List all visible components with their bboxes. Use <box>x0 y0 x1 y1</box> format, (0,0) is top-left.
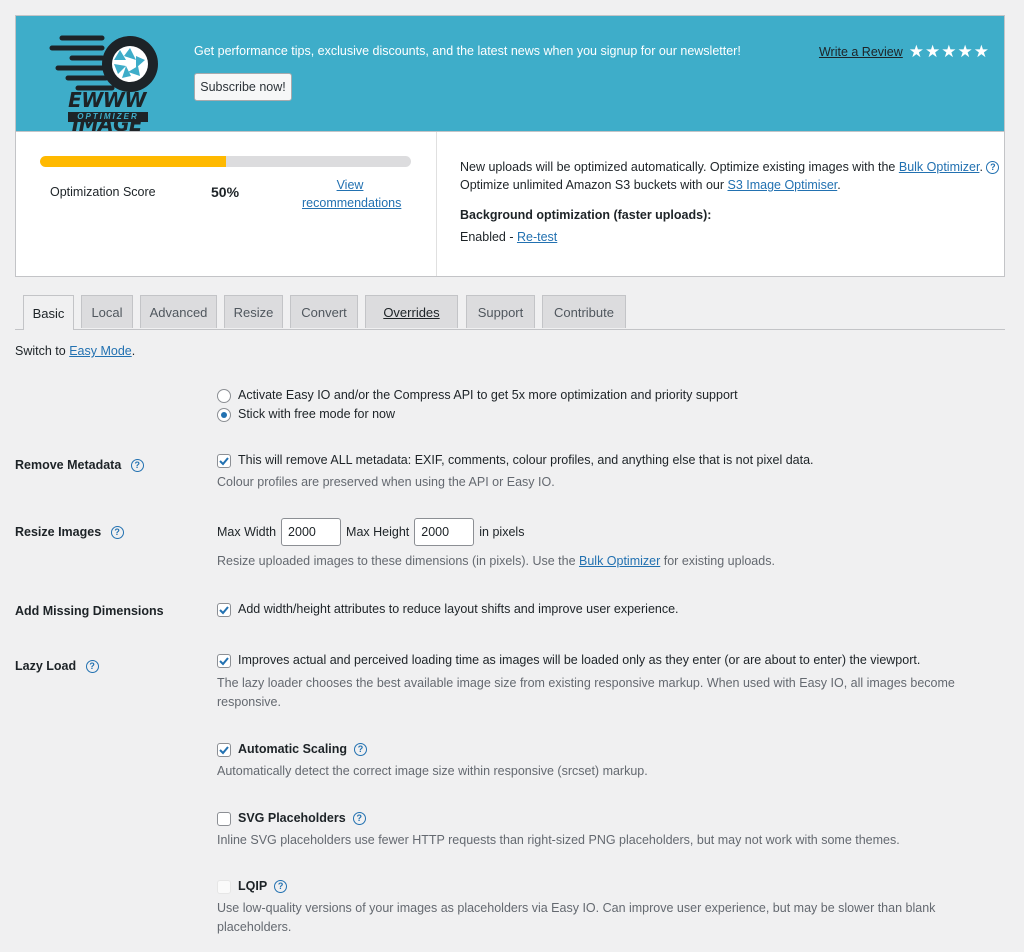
tab-local[interactable]: Local <box>81 295 133 328</box>
resize-desc-end: for existing uploads. <box>660 554 775 568</box>
score-label: Optimization Score <box>50 185 156 199</box>
score-value: 50% <box>211 184 240 200</box>
lqip-desc: Use low-quality versions of your images … <box>217 901 936 915</box>
missing-dimensions-checkbox[interactable] <box>217 602 231 617</box>
auto-scaling-field: Automatic Scaling ? Automatically detect… <box>217 740 648 781</box>
help-icon[interactable]: ? <box>352 812 366 825</box>
radio-free[interactable] <box>217 407 231 422</box>
score-progress-fill <box>40 156 226 167</box>
lazy-load-label-text: Lazy Load <box>15 659 77 673</box>
auto-scaling-checkbox[interactable] <box>217 742 231 757</box>
remove-metadata-checkbox[interactable] <box>217 453 231 468</box>
help-icon[interactable]: ? <box>110 526 124 540</box>
bg-optimization-label: Background optimization (faster uploads)… <box>460 208 712 222</box>
lazy-load-checkbox-label: Improves actual and perceived loading ti… <box>238 653 921 667</box>
mode-options: Activate Easy IO and/or the Compress API… <box>217 386 738 424</box>
auto-scaling-label: Automatic Scaling <box>238 742 348 756</box>
max-width-input[interactable]: 2000 <box>281 518 342 546</box>
status-info: New uploads will be optimized automatica… <box>460 158 1000 246</box>
bulk-optimizer-link[interactable]: Bulk Optimizer <box>899 160 980 174</box>
lazy-load-desc: The lazy loader chooses the best availab… <box>217 676 955 690</box>
tab-overrides[interactable]: Overrides <box>365 295 458 328</box>
tab-convert[interactable]: Convert <box>290 295 358 328</box>
score-progress-bar <box>40 156 411 167</box>
svg-placeholders-label: SVG Placeholders <box>238 811 346 825</box>
status-line1-text: New uploads will be optimized automatica… <box>460 160 899 174</box>
max-height-input[interactable]: 2000 <box>414 518 475 546</box>
status-line2-end: . <box>837 178 841 192</box>
write-review-link[interactable]: Write a Review <box>819 45 903 59</box>
logo-subtext: OPTIMIZER <box>68 112 148 122</box>
ewww-logo: EWWW IMAGE OPTIMIZER <box>32 26 182 136</box>
help-icon[interactable]: ? <box>85 660 99 674</box>
mode-option-easyio[interactable]: Activate Easy IO and/or the Compress API… <box>217 386 738 405</box>
s3-optimiser-link[interactable]: S3 Image Optimiser <box>727 178 837 192</box>
rating-stars-icon: ★★★★★ <box>908 42 990 61</box>
tab-support[interactable]: Support <box>466 295 535 328</box>
view-recommendations-link[interactable]: View recommendations <box>302 176 401 212</box>
help-icon[interactable]: ? <box>274 880 288 893</box>
remove-metadata-checkbox-label: This will remove ALL metadata: EXIF, com… <box>238 453 814 467</box>
switch-mode-end: . <box>131 344 136 358</box>
settings-tabs: Basic Local Advanced Resize Convert Over… <box>15 295 1005 330</box>
lqip-field: LQIP ? Use low-quality versions of your … <box>217 877 935 937</box>
help-icon[interactable]: ? <box>354 743 368 756</box>
resize-images-field: Max Width 2000 Max Height 2000 in pixels… <box>217 518 775 571</box>
missing-dimensions-field: Add width/height attributes to reduce la… <box>217 600 679 619</box>
missing-dimensions-label: Add Missing Dimensions <box>15 604 164 618</box>
resize-desc: Resize uploaded images to these dimensio… <box>217 554 579 568</box>
lazy-load-label: Lazy Load ? <box>15 659 99 674</box>
switch-mode-text: Switch to <box>15 344 70 358</box>
lazy-load-field: Improves actual and perceived loading ti… <box>217 651 955 712</box>
svg-placeholders-desc: Inline SVG placeholders use fewer HTTP r… <box>217 833 900 847</box>
mode-option-free[interactable]: Stick with free mode for now <box>217 405 738 424</box>
lqip-desc-cont: placeholders. <box>217 920 292 934</box>
missing-dimensions-checkbox-label: Add width/height attributes to reduce la… <box>238 602 679 616</box>
subscribe-button[interactable]: Subscribe now! <box>194 73 292 101</box>
mode-option-easyio-label: Activate Easy IO and/or the Compress API… <box>238 388 738 402</box>
tab-basic[interactable]: Basic <box>23 295 74 330</box>
divider <box>436 132 437 276</box>
svg-placeholders-checkbox[interactable] <box>217 811 231 826</box>
lazy-load-checkbox[interactable] <box>217 653 231 668</box>
switch-mode: Switch to Easy Mode. <box>15 344 135 358</box>
radio-easyio[interactable] <box>217 388 231 403</box>
lazy-load-desc-cont: responsive. <box>217 695 281 709</box>
auto-scaling-desc: Automatically detect the correct image s… <box>217 764 648 778</box>
easy-mode-link[interactable]: Easy Mode <box>69 344 132 358</box>
tab-contribute[interactable]: Contribute <box>542 295 626 328</box>
remove-metadata-desc: Colour profiles are preserved when using… <box>217 475 555 489</box>
newsletter-banner: EWWW IMAGE OPTIMIZER Get performance tip… <box>15 15 1005 136</box>
lqip-label: LQIP <box>238 879 268 893</box>
max-height-label: Max Height <box>346 525 410 539</box>
bg-optimization-state: Enabled - <box>460 230 517 244</box>
help-icon[interactable]: ? <box>130 459 144 473</box>
resize-images-label: Resize Images ? <box>15 525 124 540</box>
pixels-unit: in pixels <box>479 525 525 539</box>
status-line1-end: . <box>979 160 983 174</box>
status-line2-text: Optimize unlimited Amazon S3 buckets wit… <box>460 178 728 192</box>
review-area: Write a Review ★★★★★ <box>819 42 990 62</box>
promo-text: Get performance tips, exclusive discount… <box>194 44 741 58</box>
resize-images-label-text: Resize Images <box>15 525 102 539</box>
mode-option-free-label: Stick with free mode for now <box>238 407 396 421</box>
optimization-status-panel: Optimization Score 50% View recommendati… <box>15 131 1005 277</box>
tab-resize[interactable]: Resize <box>224 295 283 328</box>
remove-metadata-field: This will remove ALL metadata: EXIF, com… <box>217 451 814 492</box>
max-width-label: Max Width <box>217 525 277 539</box>
svg-placeholders-field: SVG Placeholders ? Inline SVG placeholde… <box>217 809 900 850</box>
help-icon[interactable]: ? <box>986 161 1000 175</box>
remove-metadata-label-text: Remove Metadata <box>15 458 122 472</box>
resize-bulk-optimizer-link[interactable]: Bulk Optimizer <box>579 554 660 568</box>
lqip-checkbox[interactable] <box>217 879 231 894</box>
tab-advanced[interactable]: Advanced <box>140 295 217 328</box>
remove-metadata-label: Remove Metadata ? <box>15 458 144 473</box>
retest-link[interactable]: Re-test <box>517 230 557 244</box>
